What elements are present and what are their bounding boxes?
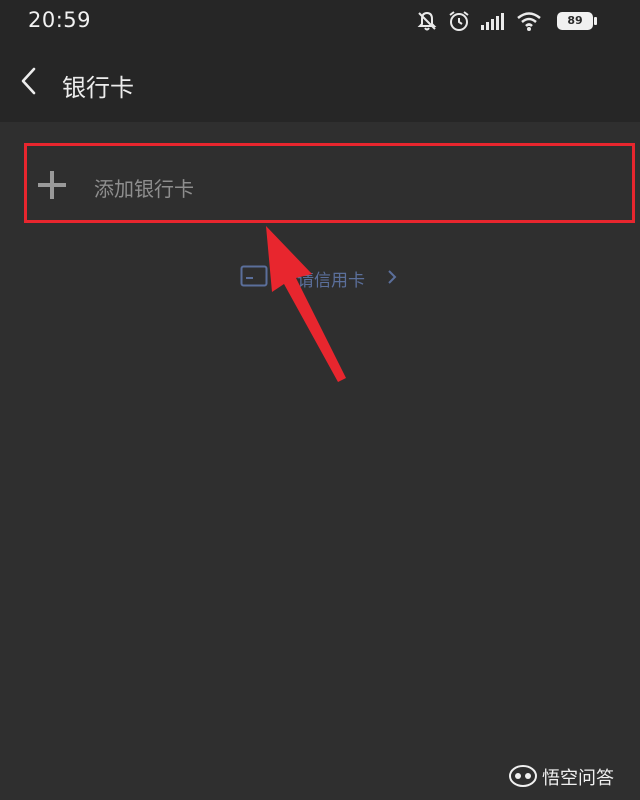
add-bank-card-button[interactable]: 添加银行卡 bbox=[24, 143, 632, 220]
add-bank-card-label: 添加银行卡 bbox=[94, 177, 194, 201]
mute-bell-icon bbox=[417, 11, 437, 31]
status-time: 20:59 bbox=[28, 8, 92, 32]
alarm-icon bbox=[449, 11, 469, 31]
battery-level: 89 bbox=[567, 14, 583, 27]
apply-credit-card-label: 申请信用卡 bbox=[280, 271, 365, 291]
wukong-logo-icon bbox=[509, 765, 537, 787]
plus-icon bbox=[38, 171, 66, 199]
red-arrow-annotation bbox=[266, 226, 346, 382]
status-bar: 20:59 89 bbox=[0, 0, 640, 44]
credit-card-icon bbox=[240, 265, 268, 287]
signal-icon bbox=[481, 13, 504, 30]
watermark-text: 悟空问答 bbox=[542, 768, 614, 789]
header: 银行卡 bbox=[0, 44, 640, 122]
status-icons: 89 bbox=[416, 10, 616, 32]
watermark: 悟空问答 bbox=[508, 762, 628, 790]
wifi-icon bbox=[517, 12, 541, 31]
back-chevron-icon[interactable] bbox=[14, 64, 44, 98]
page-title: 银行卡 bbox=[62, 74, 134, 102]
chevron-right-icon bbox=[388, 270, 397, 284]
apply-credit-card-link[interactable]: 申请信用卡 bbox=[240, 264, 410, 291]
